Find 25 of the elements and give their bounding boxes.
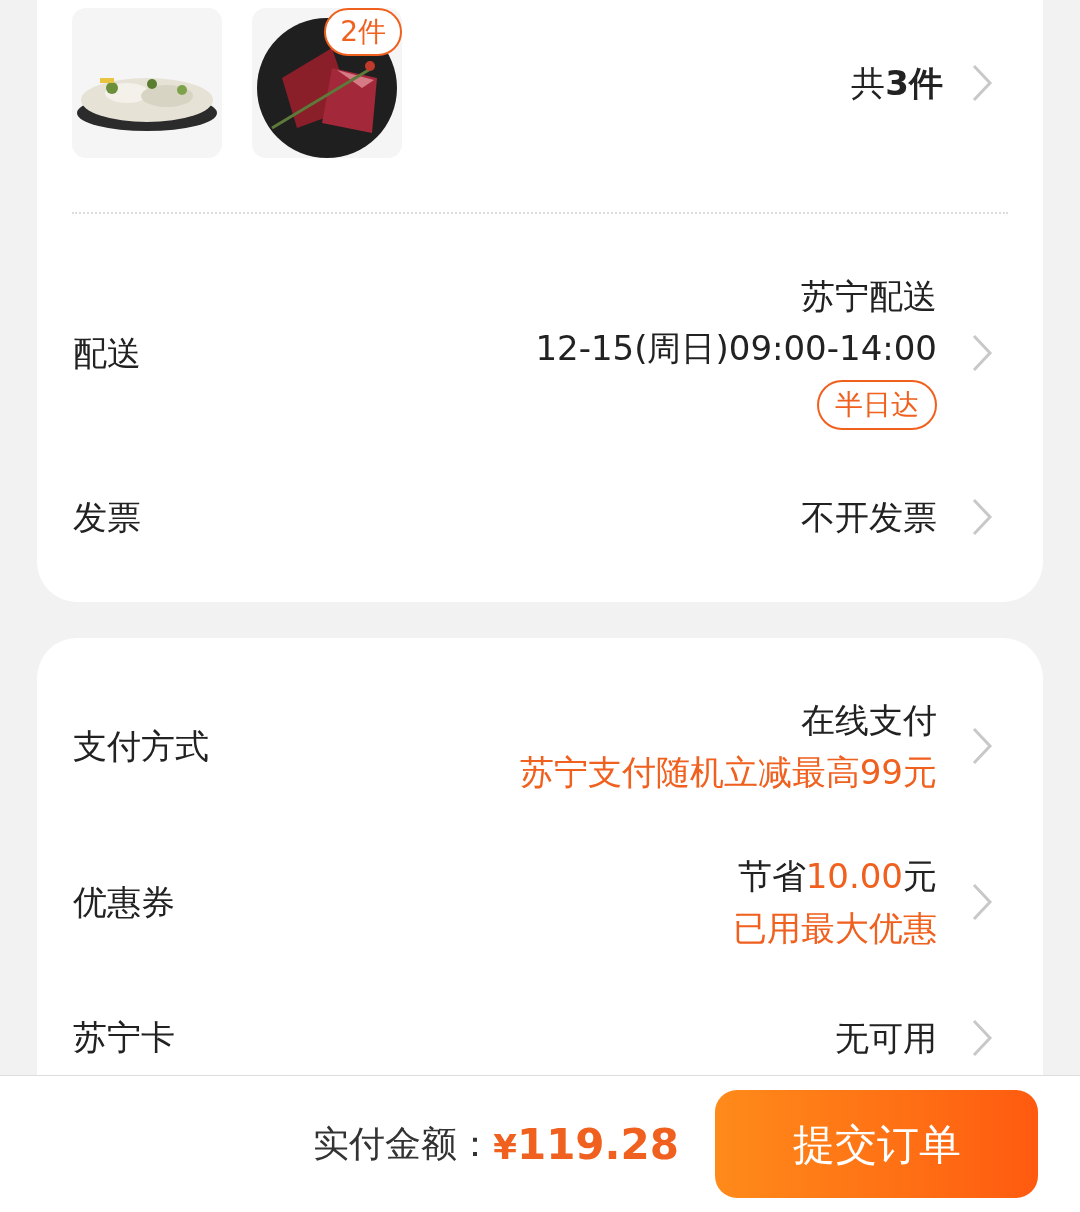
row-label: 配送 [73,331,141,375]
row-value: 已用最大优惠 [733,908,937,948]
row-value: 在线支付 [801,700,937,740]
delivery-tag: 半日达 [817,380,937,430]
row-value: 无可用 [835,1017,937,1058]
row-value: 节省10.00元 [737,856,937,896]
row-value: 苏宁支付随机立减最高99元 [519,752,937,792]
row-label: 发票 [73,495,141,539]
chevron-right-icon [971,497,993,537]
row-label: 优惠券 [73,880,175,924]
submit-order-button[interactable]: 提交订单 [715,1090,1038,1198]
item-count: 共3件 [851,61,943,105]
total-amount: ¥119.28 [493,1118,679,1171]
row-value: 不开发票 [801,497,937,537]
row-label: 支付方式 [73,724,209,768]
quantity-badge: 2件 [324,8,402,56]
row-value: 苏宁配送 [801,276,937,316]
chevron-right-icon [971,882,993,922]
chevron-right-icon [971,726,993,766]
chevron-right-icon [971,333,993,373]
chevron-right-icon [971,63,993,103]
chevron-right-icon [971,1017,993,1058]
total-label: 实付金额： [313,1122,494,1166]
row-value: 12-15(周日)09:00-14:00 [535,328,937,368]
row-label: 苏宁卡 [73,1016,175,1059]
